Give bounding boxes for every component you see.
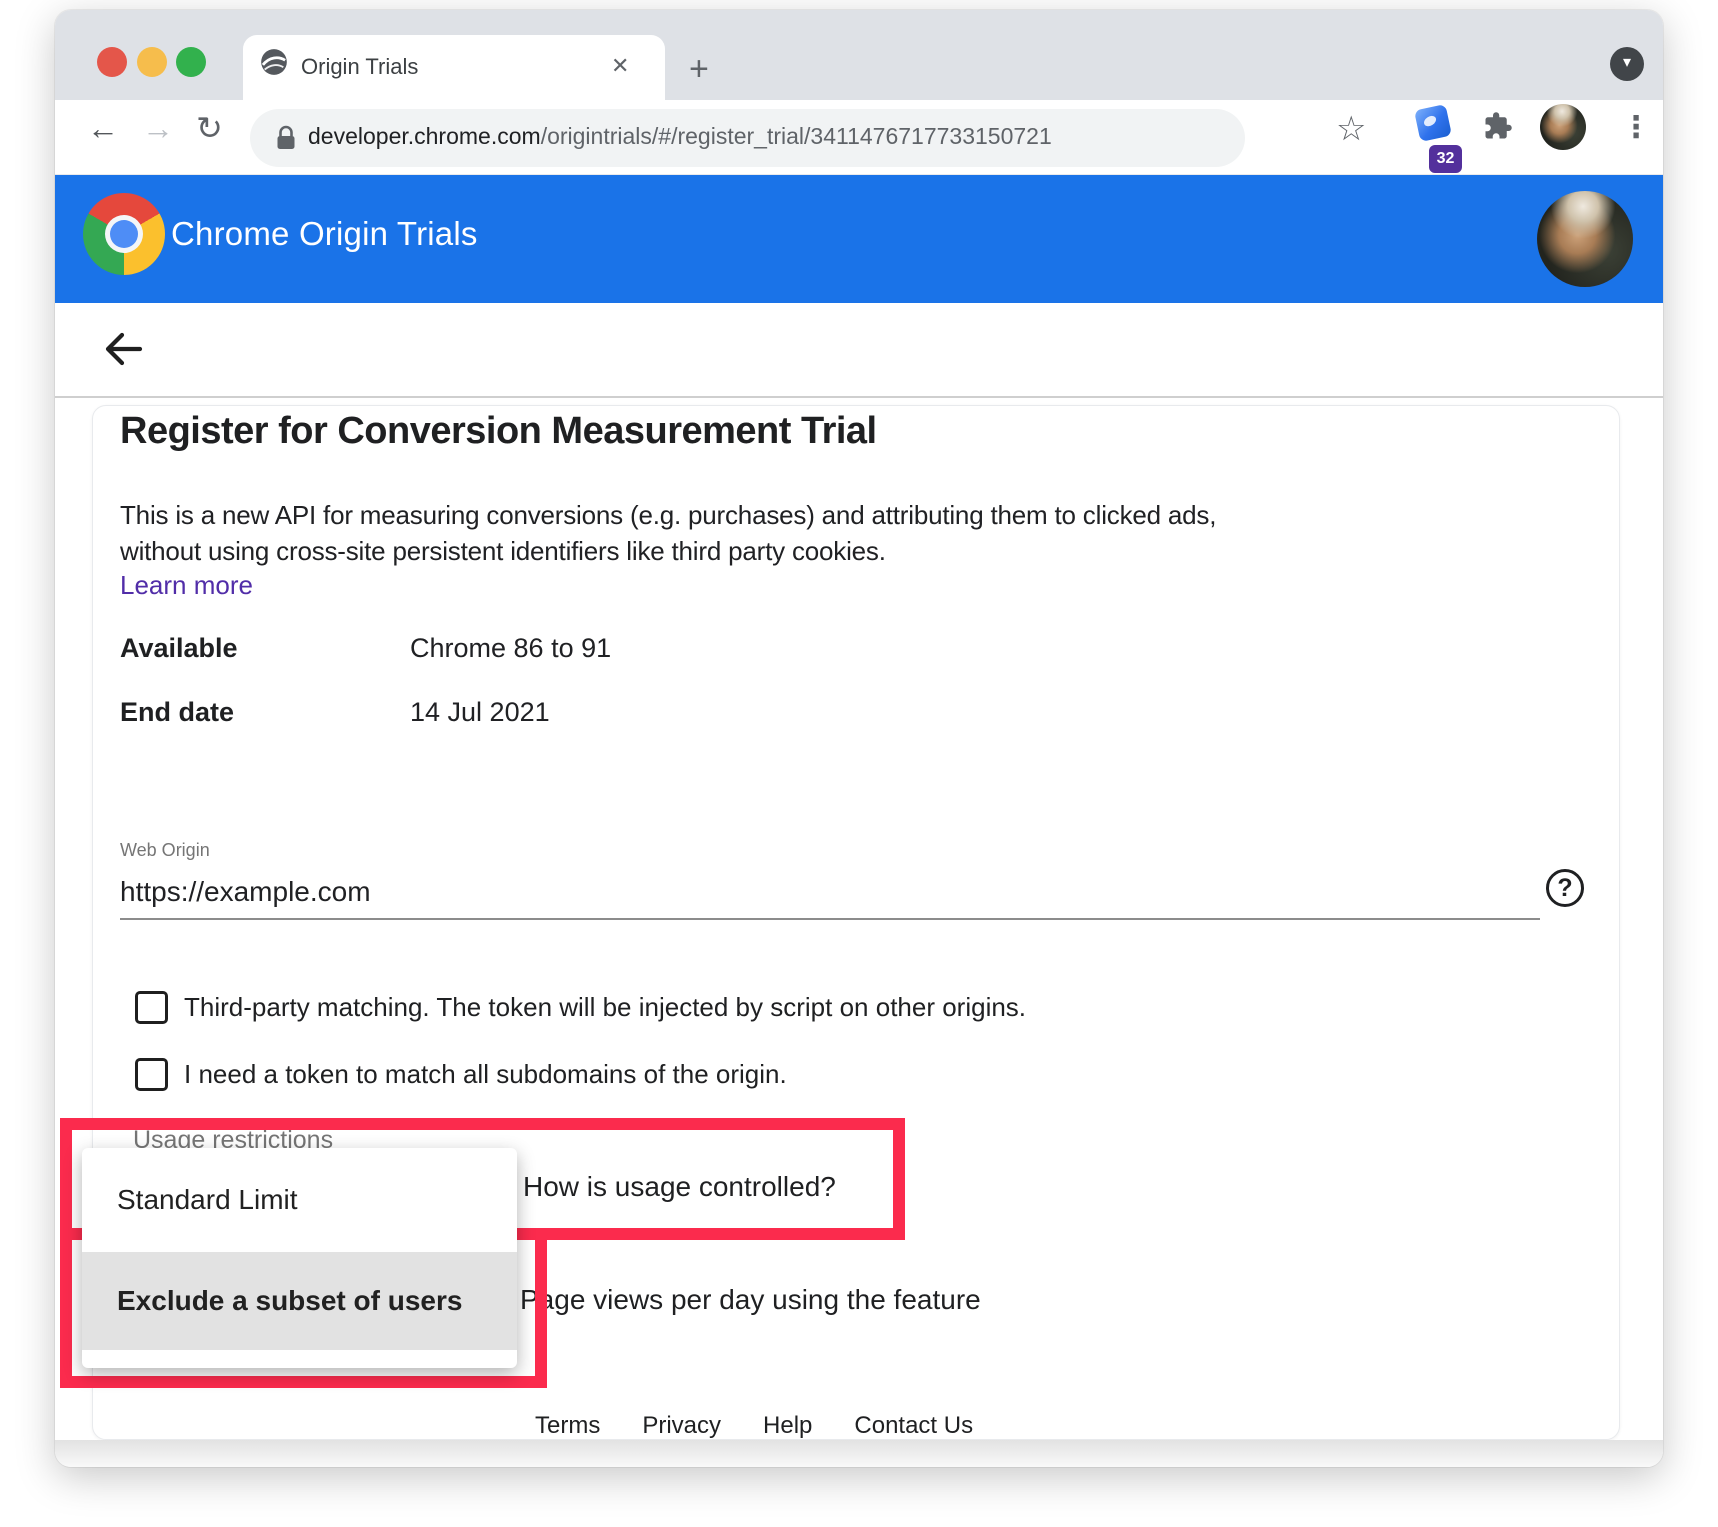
browser-window: Origin Trials ✕ + ▾ ← → ↻ developer.chro… [55,10,1663,1467]
usage-restrictions-dropdown: Standard Limit Exclude a subset of users [82,1148,517,1368]
subdomains-checkbox-label[interactable]: I need a token to match all subdomains o… [184,1059,787,1090]
screenshot-stage: Origin Trials ✕ + ▾ ← → ↻ developer.chro… [0,0,1718,1527]
available-value: Chrome 86 to 91 [410,633,611,664]
bookmark-star-icon[interactable]: ☆ [1336,109,1366,149]
usage-helper-text: How is usage controlled? [523,1171,836,1203]
url-domain: developer.chrome.com [308,123,541,149]
third-party-checkbox-label[interactable]: Third-party matching. The token will be … [184,992,1026,1023]
back-button[interactable]: ← [87,112,119,144]
account-avatar[interactable] [1537,191,1633,287]
tab-close-icon[interactable]: ✕ [611,53,629,79]
footer-link-terms[interactable]: Terms [535,1412,600,1440]
profile-avatar[interactable] [1540,104,1586,150]
page-back-row [55,303,1663,396]
trial-description-line2: without using cross-site persistent iden… [120,536,886,567]
available-label: Available [120,633,238,664]
dropdown-option-standard-limit[interactable]: Standard Limit [82,1148,517,1252]
help-icon[interactable]: ? [1546,869,1584,907]
reload-button[interactable]: ↻ [196,112,223,144]
footer-link-privacy[interactable]: Privacy [642,1412,721,1440]
learn-more-link[interactable]: Learn more [120,570,253,601]
extension-badge: 32 [1429,145,1462,173]
footer-link-contact[interactable]: Contact Us [854,1412,973,1440]
address-bar[interactable]: developer.chrome.com/origintrials/#/regi… [250,109,1245,167]
web-origin-input[interactable]: https://example.com [120,876,371,908]
web-origin-underline[interactable] [120,918,1540,920]
extension-icon-blue[interactable] [1414,104,1452,142]
divider [55,396,1663,398]
subdomains-checkbox-row[interactable]: I need a token to match all subdomains o… [135,1057,787,1091]
more-menu-icon[interactable]: ⋮ [1621,110,1651,145]
app-header-title: Chrome Origin Trials [171,215,478,253]
end-date-label: End date [120,697,234,728]
window-chevron-down-icon[interactable]: ▾ [1610,47,1644,81]
dropdown-option-exclude-subset[interactable]: Exclude a subset of users [82,1252,517,1350]
window-bottom-strip [55,1440,1663,1467]
url-path: /origintrials/#/register_trial/341147671… [541,123,1052,149]
web-origin-label: Web Origin [120,840,210,861]
tab-origin-trials[interactable]: Origin Trials ✕ [243,35,665,100]
page-views-helper-text: Page views per day using the feature [520,1284,981,1316]
lock-icon [274,124,298,152]
page-footer: Terms Privacy Help Contact Us [535,1412,973,1440]
globe-favicon-icon [260,48,288,76]
end-date-value: 14 Jul 2021 [410,697,550,728]
tab-strip: Origin Trials ✕ + ▾ [55,10,1663,100]
third-party-checkbox[interactable] [135,991,168,1024]
new-tab-button[interactable]: + [689,52,709,86]
forward-button[interactable]: → [142,112,174,144]
third-party-checkbox-row[interactable]: Third-party matching. The token will be … [135,990,1026,1024]
page-back-arrow-icon[interactable] [98,325,146,373]
subdomains-checkbox[interactable] [135,1058,168,1091]
tab-title: Origin Trials [301,54,418,80]
page-title: Register for Conversion Measurement Tria… [120,410,877,453]
chrome-logo-icon [83,193,165,275]
footer-link-help[interactable]: Help [763,1412,812,1440]
trial-description-line1: This is a new API for measuring conversi… [120,500,1216,531]
url-text: developer.chrome.com/origintrials/#/regi… [308,123,1052,150]
traffic-light-close[interactable] [97,47,127,77]
extensions-puzzle-icon[interactable] [1483,111,1513,141]
app-header: Chrome Origin Trials [55,175,1663,303]
traffic-light-zoom[interactable] [176,47,206,77]
traffic-light-minimize[interactable] [137,47,167,77]
